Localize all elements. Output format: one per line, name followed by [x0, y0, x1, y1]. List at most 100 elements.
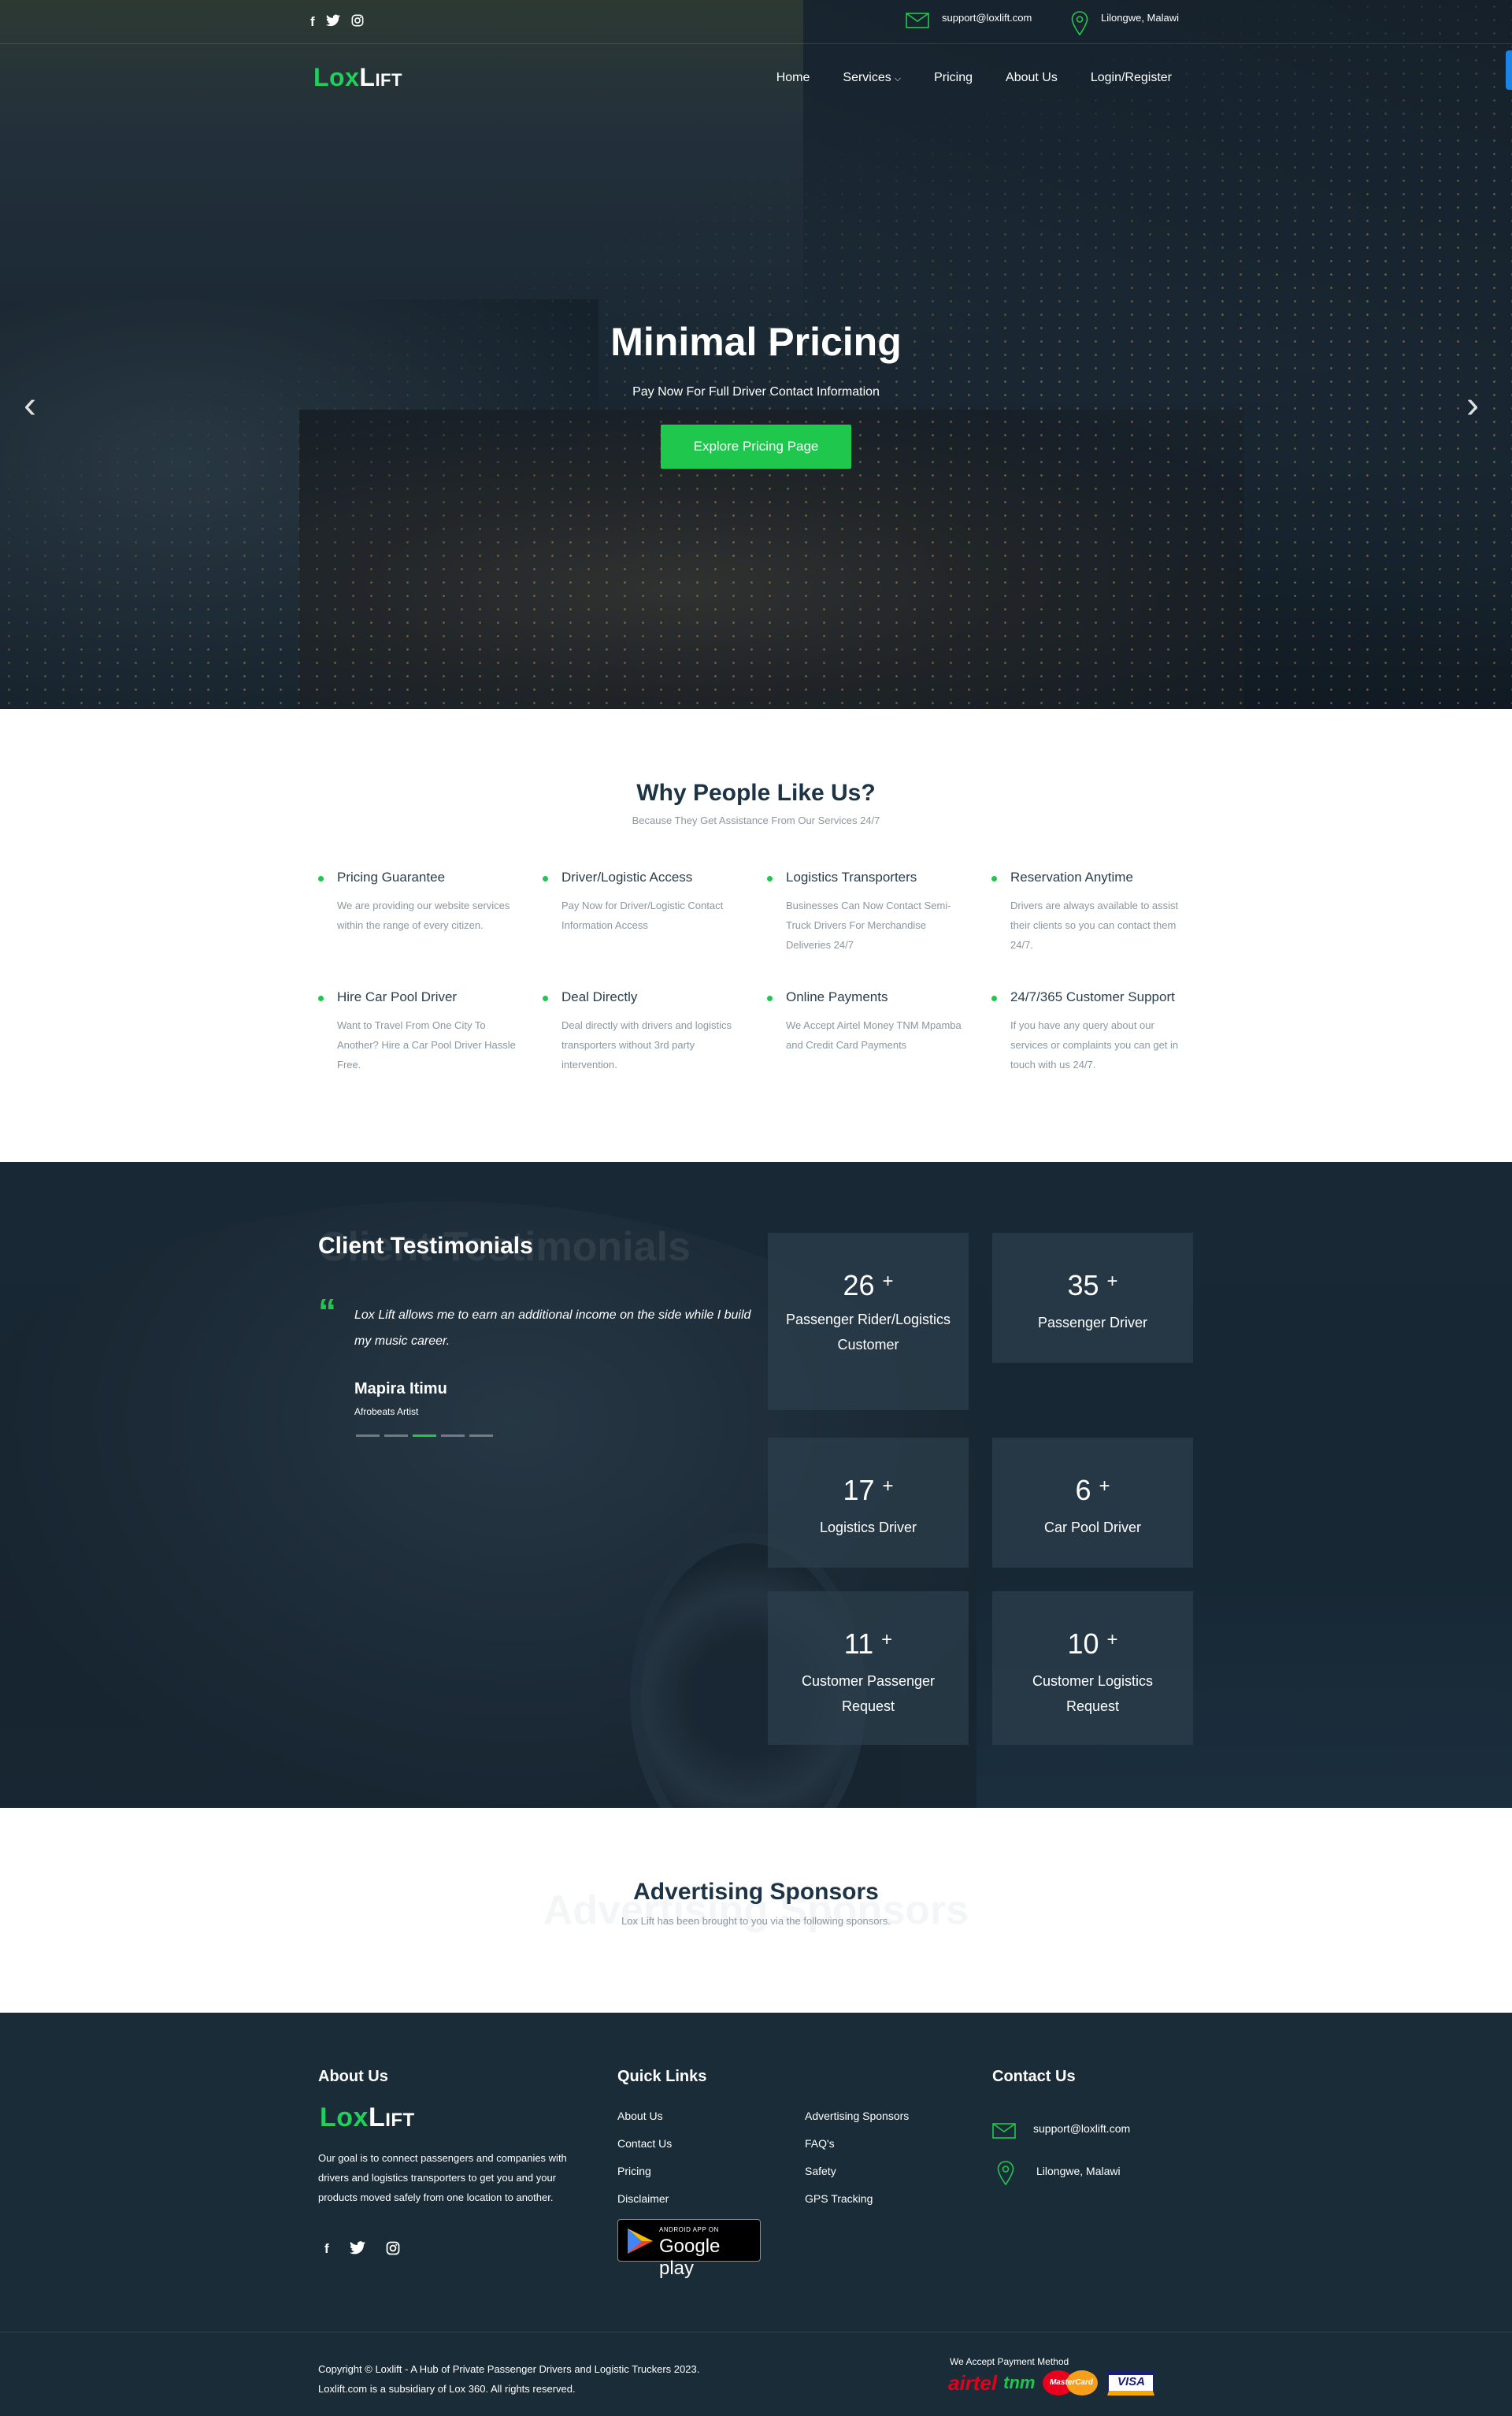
why-heading: Why People Like Us? Because They Get Ass… [0, 780, 1512, 826]
hero-subtitle: Pay Now For Full Driver Contact Informat… [632, 385, 880, 399]
footer-link-faqs[interactable]: FAQ's [805, 2138, 909, 2150]
stat-card: 10 + Customer Logistics Request [992, 1591, 1193, 1745]
feature-desc: Want to Travel From One City To Another?… [337, 1019, 516, 1071]
site-footer: About Us LoxLift Our goal is to connect … [0, 2013, 1512, 2416]
stat-label: Customer Passenger Request [801, 1673, 936, 1714]
bullet-dot [543, 876, 548, 881]
facebook-icon[interactable]: f [324, 2241, 329, 2259]
facebook-icon[interactable]: f [310, 14, 315, 31]
feature-item: Reservation Anytime Drivers are always av… [991, 870, 1216, 955]
bullet-dot [318, 876, 324, 881]
twitter-icon[interactable] [325, 14, 340, 31]
stat-suffix: + [1106, 1271, 1118, 1292]
logo-part-lift: Lift [359, 63, 402, 91]
footer-link-contact-us[interactable]: Contact Us [617, 2138, 672, 2150]
footer-link-about-us[interactable]: About Us [617, 2110, 672, 2122]
top-email-text: support@loxlift.com [942, 12, 1032, 24]
tnm-logo: tnm [1003, 2373, 1036, 2392]
why-title: Why People Like Us? [636, 780, 876, 806]
stat-number: 35 [1067, 1269, 1099, 1301]
nav-home[interactable]: Home [776, 71, 810, 85]
footer-links-col1: About Us Contact Us Pricing Disclaimer [617, 2110, 672, 2205]
stat-label: Logistics Driver [819, 1520, 917, 1535]
logo-part-lox: Lox [320, 2102, 369, 2132]
pagination-dot[interactable] [384, 1434, 408, 1437]
nav-pricing[interactable]: Pricing [934, 71, 973, 85]
testimonial-role: Afrobeats Artist [354, 1406, 419, 1417]
bullet-dot [318, 996, 324, 1001]
explore-pricing-button[interactable]: Explore Pricing Page [660, 425, 852, 469]
feature-title: 24/7/365 Customer Support [1010, 989, 1175, 1004]
bullet-dot [991, 996, 997, 1001]
instagram-icon[interactable] [386, 2241, 400, 2259]
footer-location: Lilongwe, Malawi [992, 2161, 1121, 2190]
stat-card: 6 + Car Pool Driver [992, 1438, 1193, 1568]
footer-about-text: Our goal is to connect passengers and co… [318, 2152, 567, 2203]
feature-item: Online Payments We Accept Airtel Money TN… [767, 990, 991, 1074]
stat-suffix: + [881, 1629, 893, 1650]
feature-item: Driver/Logistic Access Pay Now for Driver… [543, 870, 767, 955]
copyright-line-2: Loxlift.com is a subsidiary of Lox 360. … [318, 2383, 576, 2395]
footer-link-gps-tracking[interactable]: GPS Tracking [805, 2193, 909, 2205]
pagination-dot[interactable] [469, 1434, 493, 1437]
instagram-icon[interactable] [351, 14, 364, 31]
footer-logo[interactable]: LoxLift [320, 2102, 415, 2133]
feature-desc: Businesses Can Now Contact Semi-Truck Dr… [786, 900, 951, 951]
footer-links-col2: Advertising Sponsors FAQ's Safety GPS Tr… [805, 2110, 909, 2205]
stat-number: 26 [843, 1269, 875, 1301]
site-logo[interactable]: LoxLift [313, 63, 402, 92]
copyright: Copyright © Loxlift - A Hub of Private P… [318, 2359, 699, 2399]
feature-item: Pricing Guarantee We are providing our we… [318, 870, 543, 955]
stat-label: Passenger Driver [1037, 1315, 1148, 1330]
footer-contact-heading: Contact Us [992, 2068, 1076, 2085]
footer-email[interactable]: support@loxlift.com [992, 2121, 1130, 2143]
feature-title: Online Payments [786, 989, 888, 1004]
stat-value: 35 + [992, 1269, 1193, 1302]
why-subtitle: Because They Get Assistance From Our Ser… [632, 815, 880, 826]
stat-value: 10 + [992, 1627, 1193, 1661]
stat-value: 17 + [768, 1474, 969, 1507]
pagination-dot[interactable] [356, 1434, 380, 1437]
top-bar: f support@loxlift.com Lilongwe, Malawi [0, 0, 1512, 44]
logo-part-lox: Lox [313, 63, 360, 91]
google-play-badge[interactable]: ANDROID APP ON Google play [617, 2219, 761, 2279]
scroll-to-top-tab[interactable] [1506, 50, 1512, 90]
footer-about-heading: About Us [318, 2068, 388, 2085]
top-location: Lilongwe, Malawi [1071, 11, 1179, 40]
twitter-icon[interactable] [349, 2241, 365, 2259]
footer-link-advertising-sponsors[interactable]: Advertising Sponsors [805, 2110, 909, 2122]
stat-label: Customer Logistics Request [1032, 1673, 1154, 1714]
footer-email-text: support@loxlift.com [1033, 2122, 1131, 2135]
copyright-line-1: Copyright © Loxlift - A Hub of Private P… [318, 2363, 700, 2375]
logo-part-lift: Lift [368, 2102, 415, 2132]
pagination-dot[interactable] [413, 1434, 436, 1437]
quote-icon: “ [318, 1291, 336, 1332]
feature-item: Hire Car Pool Driver Want to Travel From … [318, 990, 543, 1074]
feature-title: Hire Car Pool Driver [337, 989, 458, 1004]
feature-desc: Deal directly with drivers and logistics… [561, 1019, 732, 1071]
feature-item: 24/7/365 Customer Support If you have any… [991, 990, 1216, 1074]
nav-services[interactable]: Services ⌵ [843, 71, 901, 85]
feature-desc: Pay Now for Driver/Logistic Contact Info… [561, 900, 724, 931]
stat-number: 11 [843, 1627, 874, 1660]
nav-login-register[interactable]: Login/Register [1091, 71, 1172, 85]
features-grid: Pricing Guarantee We are providing our we… [318, 870, 1200, 1074]
pagination-dot[interactable] [441, 1434, 465, 1437]
top-email[interactable]: support@loxlift.com [906, 11, 1032, 32]
nav-about-us[interactable]: About Us [1006, 71, 1058, 85]
stat-card: 35 + Passenger Driver [992, 1233, 1193, 1363]
footer-link-pricing[interactable]: Pricing [617, 2165, 672, 2177]
sponsors-section: Advertising Sponsors Advertising Sponsor… [0, 1808, 1512, 2013]
stat-value: 26 + [768, 1269, 969, 1302]
envelope-icon [992, 2121, 1016, 2143]
testimonials-title: Client Testimonials [318, 1233, 533, 1259]
testimonial-quote: Lox Lift allows me to earn an additional… [354, 1308, 751, 1348]
airtel-logo: airtel [948, 2370, 998, 2395]
main-navbar: LoxLift Home Services ⌵ Pricing About Us … [0, 44, 1512, 115]
top-social-links: f [310, 14, 364, 31]
google-play-small-text: ANDROID APP ON [659, 2226, 719, 2233]
testimonial-author: Mapira Itimu [354, 1380, 447, 1397]
footer-link-disclaimer[interactable]: Disclaimer [617, 2193, 672, 2205]
footer-link-safety[interactable]: Safety [805, 2165, 909, 2177]
feature-title: Reservation Anytime [1010, 870, 1133, 885]
